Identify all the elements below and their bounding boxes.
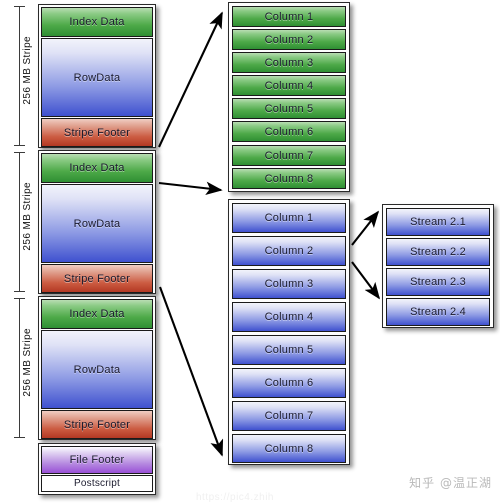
row-column-5[interactable]: Column 5 [232, 335, 346, 365]
index-column-8[interactable]: Column 8 [232, 168, 346, 189]
row-column-4[interactable]: Column 4 [232, 302, 346, 332]
stripe-2-stripe-footer[interactable]: Stripe Footer [41, 264, 153, 293]
stripe-1-index-data[interactable]: Index Data [41, 7, 153, 37]
index-column-3[interactable]: Column 3 [232, 52, 346, 73]
row-column-6[interactable]: Column 6 [232, 368, 346, 398]
stripe-2-index-data[interactable]: Index Data [41, 153, 153, 183]
streams-block[interactable]: Stream 2.1 Stream 2.2 Stream 2.3 Stream … [382, 204, 494, 328]
stripe-1-stripe-footer[interactable]: Stripe Footer [41, 118, 153, 147]
stream-2-1[interactable]: Stream 2.1 [386, 208, 490, 236]
stripe-1[interactable]: Index Data RowData Stripe Footer [38, 4, 156, 148]
stripe-3[interactable]: Index Data RowData Stripe Footer [38, 296, 156, 440]
stripe-label-1: 256 MB Stripe [22, 36, 33, 105]
index-column-6[interactable]: Column 6 [232, 121, 346, 142]
stripe-1-row-data[interactable]: RowData [41, 38, 153, 117]
index-columns-block[interactable]: Column 1 Column 2 Column 3 Column 4 Colu… [228, 2, 350, 192]
stripe-3-index-data[interactable]: Index Data [41, 299, 153, 329]
row-column-8[interactable]: Column 8 [232, 434, 346, 463]
row-column-3[interactable]: Column 3 [232, 269, 346, 299]
stripe-3-stripe-footer[interactable]: Stripe Footer [41, 410, 153, 439]
stream-2-3[interactable]: Stream 2.3 [386, 268, 490, 296]
row-column-2[interactable]: Column 2 [232, 236, 346, 266]
index-column-7[interactable]: Column 7 [232, 145, 346, 166]
index-column-5[interactable]: Column 5 [232, 98, 346, 119]
index-column-4[interactable]: Column 4 [232, 75, 346, 96]
arrow-rowcolumn3-to-streams [351, 261, 381, 300]
row-column-1[interactable]: Column 1 [232, 203, 346, 233]
stripe-label-3: 256 MB Stripe [22, 328, 33, 397]
stripe-3-row-data[interactable]: RowData [41, 330, 153, 409]
arrow-stripe1-to-index-columns [158, 11, 223, 148]
stream-2-4[interactable]: Stream 2.4 [386, 298, 490, 326]
arrow-rowcolumn2-to-streams [351, 210, 380, 246]
stream-2-2[interactable]: Stream 2.2 [386, 238, 490, 266]
arrow-stripe2-index-to-index-columns [158, 181, 223, 195]
index-column-2[interactable]: Column 2 [232, 29, 346, 50]
row-columns-block[interactable]: Column 1 Column 2 Column 3 Column 4 Colu… [228, 199, 350, 465]
stripe-2[interactable]: Index Data RowData Stripe Footer [38, 150, 156, 294]
file-tail[interactable]: File Footer Postscript [38, 443, 156, 495]
stripe-2-row-data[interactable]: RowData [41, 184, 153, 263]
file-footer[interactable]: File Footer [41, 446, 153, 474]
arrow-stripe3-to-row-columns [159, 286, 224, 457]
index-column-1[interactable]: Column 1 [232, 6, 346, 27]
stripe-label-2: 256 MB Stripe [22, 182, 33, 251]
postscript[interactable]: Postscript [41, 475, 153, 492]
zhihu-watermark: 知乎 @温正湖 [409, 476, 492, 490]
diagram-canvas: 256 MB Stripe 256 MB Stripe 256 MB Strip… [0, 0, 500, 503]
source-url-fragment: https://pic4.zhih [196, 492, 274, 503]
row-column-7[interactable]: Column 7 [232, 401, 346, 431]
